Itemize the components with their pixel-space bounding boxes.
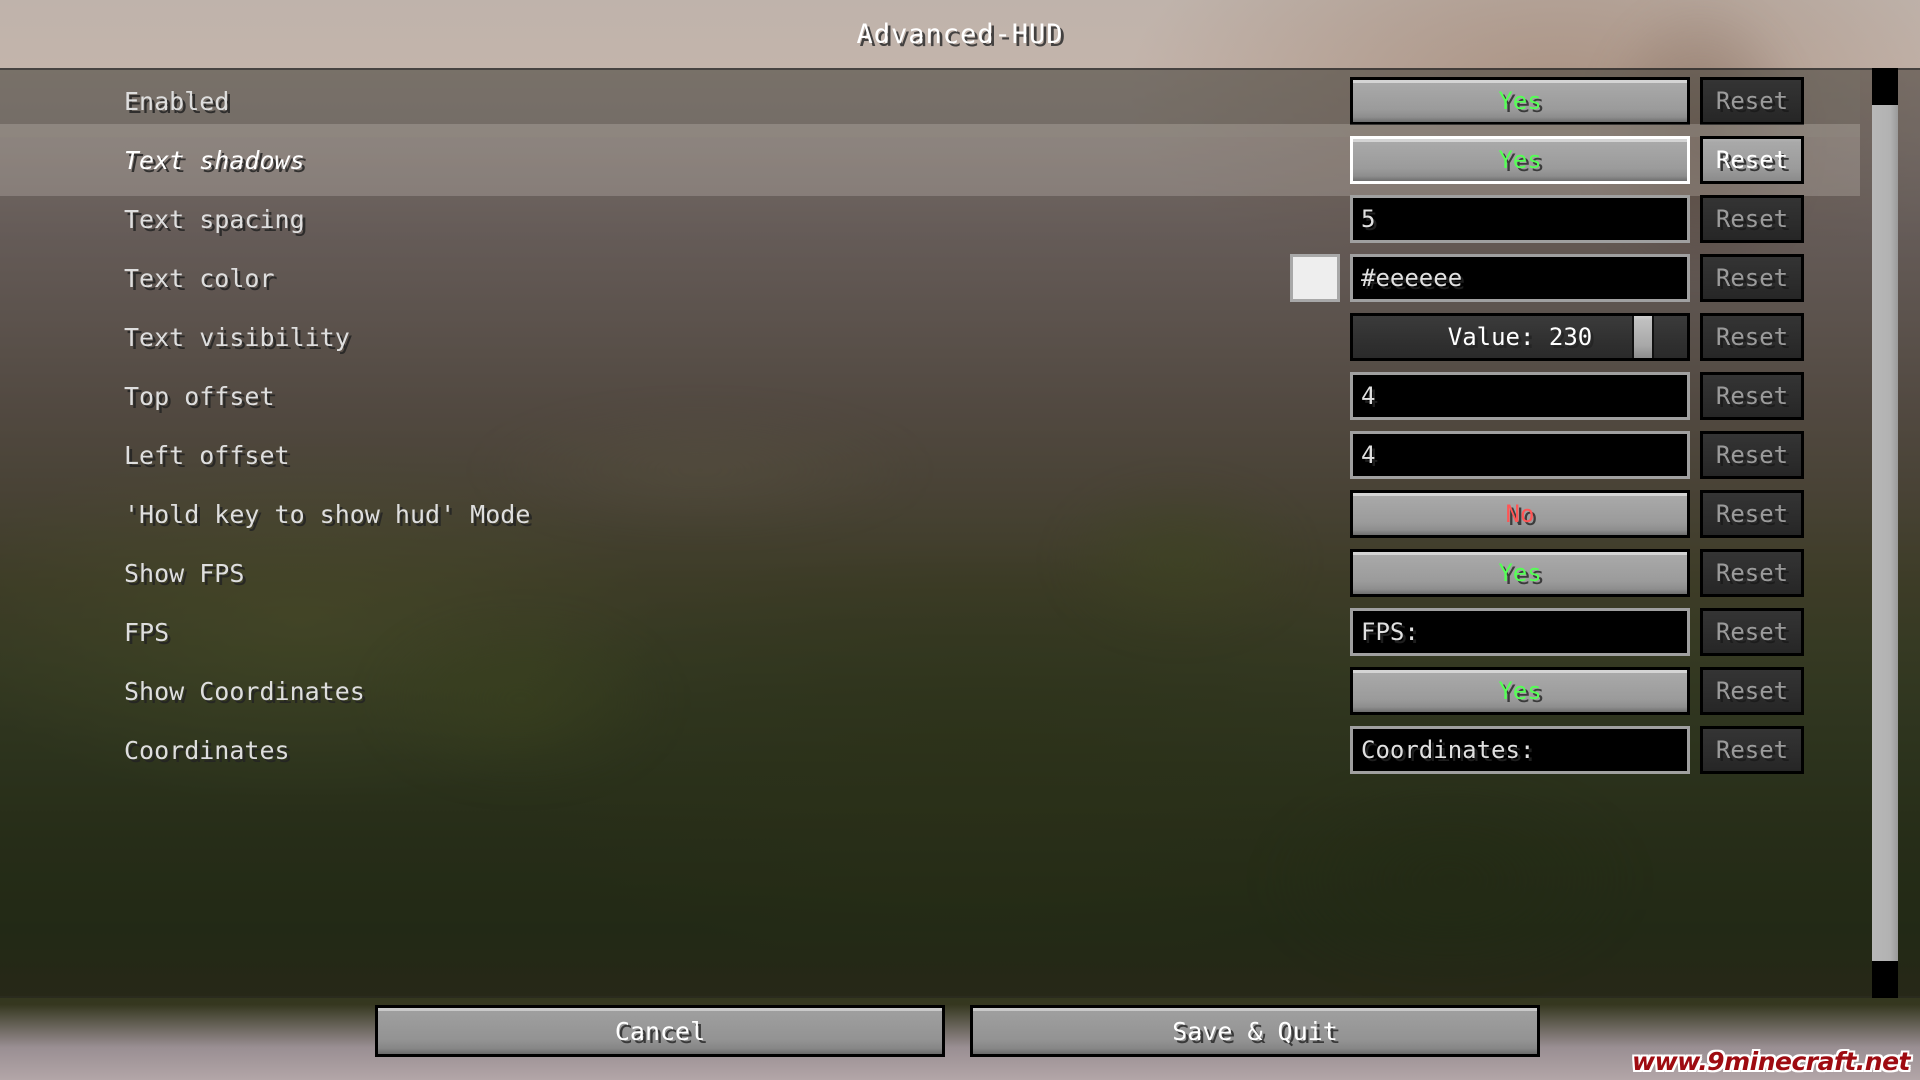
setting-label: Left offset: [124, 440, 290, 470]
swatch-spacer: [1290, 667, 1340, 715]
text-input-value: 4: [1361, 382, 1376, 410]
setting-control-group: Yes Reset: [1290, 77, 1804, 125]
reset-button-label: Reset: [1715, 323, 1789, 351]
setting-label: Text color: [124, 263, 275, 293]
reset-button: Reset: [1700, 608, 1804, 656]
slider-value-label: Value: 230: [1447, 323, 1593, 351]
text-input[interactable]: 4: [1350, 431, 1690, 479]
text-input[interactable]: #eeeeee: [1350, 254, 1690, 302]
toggle-button[interactable]: Yes: [1350, 667, 1690, 715]
reset-button: Reset: [1700, 313, 1804, 361]
reset-button: Reset: [1700, 490, 1804, 538]
cancel-button-label: Cancel: [614, 1016, 706, 1046]
setting-control-group: Yes Reset: [1290, 549, 1804, 597]
reset-button-label: Reset: [1715, 441, 1789, 469]
settings-list[interactable]: Enabled Yes Reset Text shadows Yes Reset Text …: [0, 68, 1920, 998]
setting-control-group: FPS: Reset: [1290, 608, 1804, 656]
swatch-spacer: [1290, 195, 1340, 243]
toggle-button[interactable]: Yes: [1350, 549, 1690, 597]
reset-button: Reset: [1700, 77, 1804, 125]
site-watermark: www.9minecraft.net: [1632, 1047, 1911, 1076]
value-slider[interactable]: Value: 230: [1350, 313, 1690, 361]
setting-label: 'Hold key to show hud' Mode: [124, 499, 531, 529]
setting-label: FPS: [124, 617, 170, 647]
text-input[interactable]: 4: [1350, 372, 1690, 420]
toggle-button-value: Yes: [1498, 559, 1542, 587]
reset-button-label: Reset: [1715, 500, 1789, 528]
reset-button-label: Reset: [1715, 382, 1789, 410]
setting-control-group: #eeeeee Reset: [1290, 254, 1804, 302]
cancel-button[interactable]: Cancel: [375, 1005, 945, 1057]
swatch-spacer: [1290, 136, 1340, 184]
reset-button: Reset: [1700, 372, 1804, 420]
list-scrollbar-track[interactable]: [1872, 68, 1898, 998]
setting-label: Enabled: [124, 86, 230, 116]
setting-row[interactable]: Coordinates Coordinates: Reset: [0, 714, 1860, 786]
toggle-button[interactable]: Yes: [1350, 136, 1690, 184]
text-input-value: FPS:: [1361, 618, 1419, 646]
swatch-spacer: [1290, 549, 1340, 597]
toggle-button-value: Yes: [1498, 146, 1542, 174]
swatch-spacer: [1290, 608, 1340, 656]
setting-label: Text visibility: [124, 322, 350, 352]
reset-button-label: Reset: [1715, 618, 1789, 646]
text-input[interactable]: 5: [1350, 195, 1690, 243]
save-and-quit-button[interactable]: Save & Quit: [970, 1005, 1540, 1057]
reset-button-label: Reset: [1715, 146, 1789, 174]
reset-button[interactable]: Reset: [1700, 136, 1804, 184]
setting-control-group: 4 Reset: [1290, 372, 1804, 420]
settings-rows: Enabled Yes Reset Text shadows Yes Reset Text …: [0, 70, 1920, 996]
title-bar: Advanced-HUD: [0, 0, 1920, 68]
reset-button-label: Reset: [1715, 87, 1789, 115]
setting-control-group: No Reset: [1290, 490, 1804, 538]
setting-control-group: 5 Reset: [1290, 195, 1804, 243]
toggle-button-value: Yes: [1498, 677, 1542, 705]
page-title: Advanced-HUD: [856, 18, 1064, 50]
swatch-spacer: [1290, 313, 1340, 361]
setting-label: Show FPS: [124, 558, 245, 588]
reset-button: Reset: [1700, 431, 1804, 479]
setting-control-group: 4 Reset: [1290, 431, 1804, 479]
setting-control-group: Yes Reset: [1290, 667, 1804, 715]
reset-button: Reset: [1700, 195, 1804, 243]
color-swatch[interactable]: [1290, 254, 1340, 302]
setting-control-group: Coordinates: Reset: [1290, 726, 1804, 774]
toggle-button[interactable]: Yes: [1350, 77, 1690, 125]
setting-label: Text spacing: [124, 204, 305, 234]
reset-button: Reset: [1700, 549, 1804, 597]
text-input[interactable]: FPS:: [1350, 608, 1690, 656]
setting-label: Coordinates: [124, 735, 290, 765]
save-and-quit-button-label: Save & Quit: [1172, 1016, 1338, 1046]
reset-button-label: Reset: [1715, 205, 1789, 233]
text-input-value: Coordinates:: [1361, 736, 1535, 764]
toggle-button-value: Yes: [1498, 87, 1542, 115]
swatch-spacer: [1290, 726, 1340, 774]
list-scrollbar-thumb[interactable]: [1872, 105, 1898, 961]
setting-control-group: Yes Reset: [1290, 136, 1804, 184]
text-input-value: 5: [1361, 205, 1376, 233]
reset-button: Reset: [1700, 726, 1804, 774]
setting-label: Top offset: [124, 381, 275, 411]
reset-button: Reset: [1700, 254, 1804, 302]
toggle-button-value: No: [1505, 500, 1535, 528]
swatch-spacer: [1290, 490, 1340, 538]
text-input[interactable]: Coordinates:: [1350, 726, 1690, 774]
setting-label: Text shadows: [124, 145, 305, 175]
toggle-button[interactable]: No: [1350, 490, 1690, 538]
reset-button-label: Reset: [1715, 677, 1789, 705]
swatch-spacer: [1290, 77, 1340, 125]
setting-control-group: Value: 230 Reset: [1290, 313, 1804, 361]
text-input-value: #eeeeee: [1361, 264, 1463, 292]
reset-button-label: Reset: [1715, 736, 1789, 764]
minecraft-config-screen: Advanced-HUD Enabled Yes Reset Text shadows…: [0, 0, 1920, 1080]
text-input-value: 4: [1361, 441, 1376, 469]
reset-button-label: Reset: [1715, 264, 1789, 292]
reset-button-label: Reset: [1715, 559, 1789, 587]
setting-label: Show Coordinates: [124, 676, 365, 706]
swatch-spacer: [1290, 372, 1340, 420]
slider-handle[interactable]: [1631, 316, 1654, 358]
reset-button: Reset: [1700, 667, 1804, 715]
swatch-spacer: [1290, 431, 1340, 479]
